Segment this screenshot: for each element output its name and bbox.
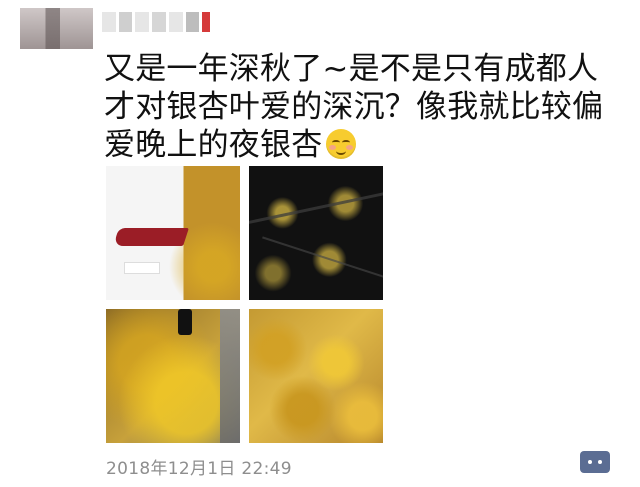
comment-bubble-icon[interactable] <box>580 451 610 473</box>
blur-block <box>185 12 200 32</box>
post-timestamp: 2018年12月1日 22:49 <box>106 459 292 479</box>
photo-3[interactable] <box>106 309 240 443</box>
blur-block <box>102 12 116 32</box>
curb <box>220 309 240 443</box>
photo-1[interactable] <box>106 166 240 300</box>
moments-post: 又是一年深秋了~是不是只有成都人才对银杏叶爱的深沉？像我就比较偏爱晚上的夜银杏 … <box>0 0 640 487</box>
blur-block <box>152 12 166 32</box>
blur-block <box>168 12 183 32</box>
person-leg <box>178 309 192 335</box>
blur-block <box>202 12 211 32</box>
blur-block <box>118 12 133 32</box>
avatar-image-blurred[interactable] <box>20 8 93 49</box>
blur-block <box>135 12 150 32</box>
license-plate <box>124 262 160 274</box>
username-blurred[interactable] <box>102 10 211 34</box>
photo-4[interactable] <box>249 309 383 443</box>
relieved-face-emoji-icon <box>326 129 357 159</box>
car-tail-light <box>113 228 189 246</box>
branch-line <box>249 189 383 226</box>
post-text: 又是一年深秋了~是不是只有成都人才对银杏叶爱的深沉？像我就比较偏爱晚上的夜银杏 <box>104 50 624 164</box>
photo-2[interactable] <box>249 166 383 300</box>
branch-line <box>262 236 383 282</box>
